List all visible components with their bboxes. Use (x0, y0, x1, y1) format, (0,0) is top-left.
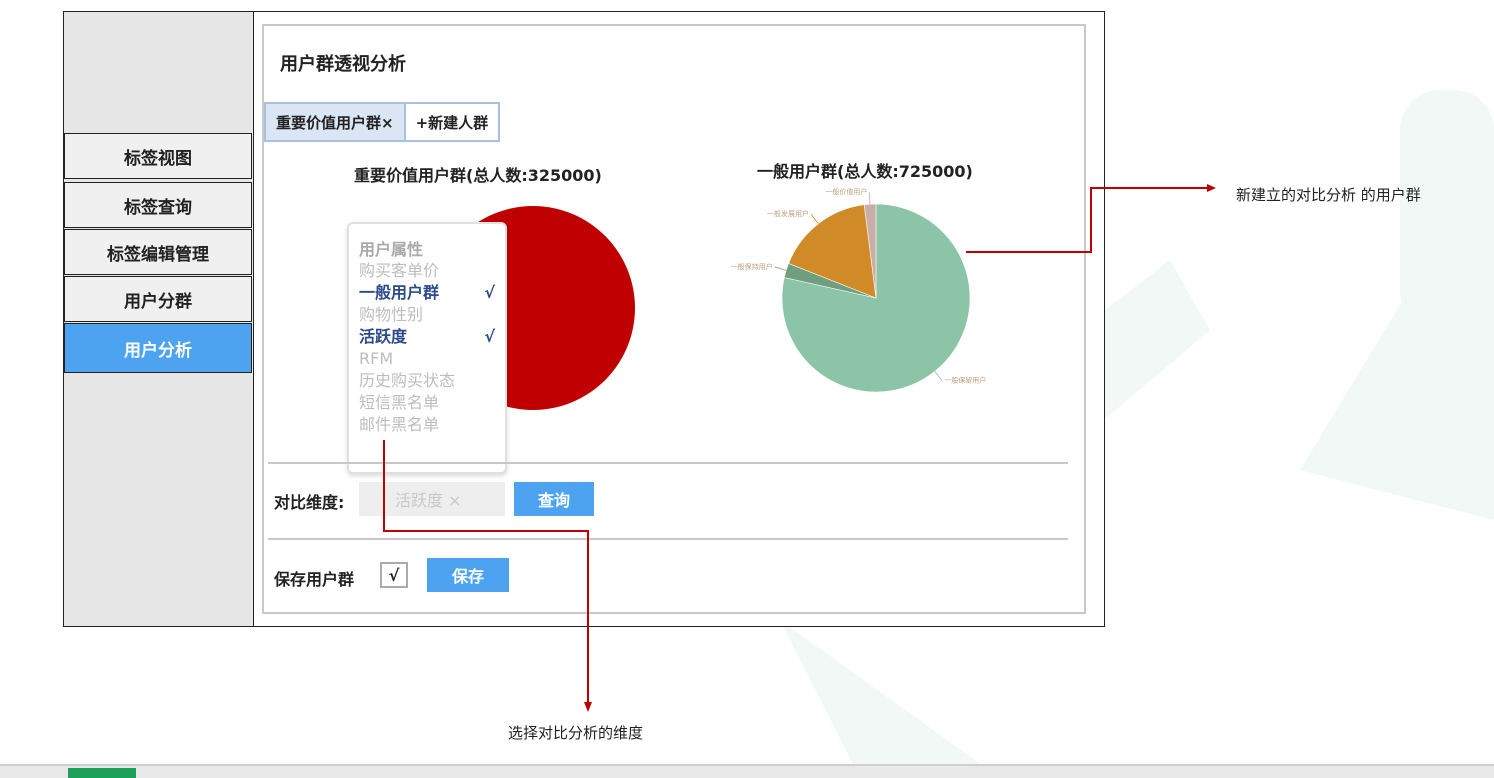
sidebar-item-user-analysis[interactable]: 用户分析 (64, 323, 252, 373)
slice-label: 一般价值用户 (825, 187, 867, 196)
sidebar-item-user-segment[interactable]: 用户分群 (64, 276, 252, 322)
slice-label-leader (868, 192, 871, 205)
menu-header: 用户属性 (359, 240, 424, 259)
analysis-panel: 用户群透视分析 重要价值用户群× +新建人群 重要价值用户群(总人数:32500… (262, 24, 1086, 614)
menu-item[interactable]: 活跃度 √ (359, 327, 501, 347)
slice-label: 一般发展用户 (767, 209, 809, 218)
bottom-accent (68, 768, 136, 778)
sidebar-item-tag-edit[interactable]: 标签编辑管理 (64, 229, 252, 275)
check-icon: √ (484, 283, 495, 302)
save-checkbox[interactable]: √ (380, 562, 408, 588)
compare-dimension-field[interactable]: 活跃度 × (359, 482, 505, 516)
menu-item[interactable]: 邮件黑名单 (359, 415, 501, 435)
slice-label: 一般保持用户 (731, 262, 773, 271)
bottom-bar (0, 764, 1494, 778)
compare-dimension-tag[interactable]: 活跃度 × (395, 487, 462, 511)
annotation-choose-dimension: 选择对比分析的维度 (508, 724, 644, 742)
save-segment-label: 保存用户群 (274, 570, 355, 589)
dimension-dropdown: 用户属性 购买客单价 一般用户群 √ 购物性别 活跃度 √ RFM 历史购买状态 短… (347, 222, 507, 474)
slice-label-leader (810, 213, 819, 224)
menu-item[interactable]: 购买客单价 (359, 261, 501, 281)
annotation-new-comparison-segment: 新建立的对比分析 的用户群 (1236, 186, 1421, 204)
sidebar: 标签视图 标签查询 标签编辑管理 用户分群 用户分析 (64, 12, 254, 626)
menu-item[interactable]: 一般用户群 √ (359, 283, 501, 303)
slice-label: 一般保留用户 (944, 376, 986, 385)
menu-item[interactable]: RFM (359, 349, 501, 369)
compare-dimension-label: 对比维度: (274, 493, 345, 512)
menu-item[interactable]: 购物性别 (359, 305, 501, 325)
menu-item[interactable]: 短信黑名单 (359, 393, 501, 413)
divider (268, 538, 1068, 540)
slice-label-leader (774, 266, 787, 271)
app-mockup: 标签视图 标签查询 标签编辑管理 用户分群 用户分析 用户群透视分析 重要价值用… (63, 11, 1105, 627)
save-button[interactable]: 保存 (427, 558, 509, 592)
right-pie-chart: 一般保留用户 一般保持用户 一般发展用户 一般价值用户 (731, 187, 986, 393)
query-button[interactable]: 查询 (514, 482, 594, 516)
sidebar-item-tag-view[interactable]: 标签视图 (64, 133, 252, 179)
menu-item[interactable]: 历史购买状态 (359, 371, 501, 391)
divider (268, 462, 1068, 464)
slice-label-leader (934, 371, 943, 381)
sidebar-item-tag-query[interactable]: 标签查询 (64, 182, 252, 228)
check-icon: √ (484, 327, 495, 346)
